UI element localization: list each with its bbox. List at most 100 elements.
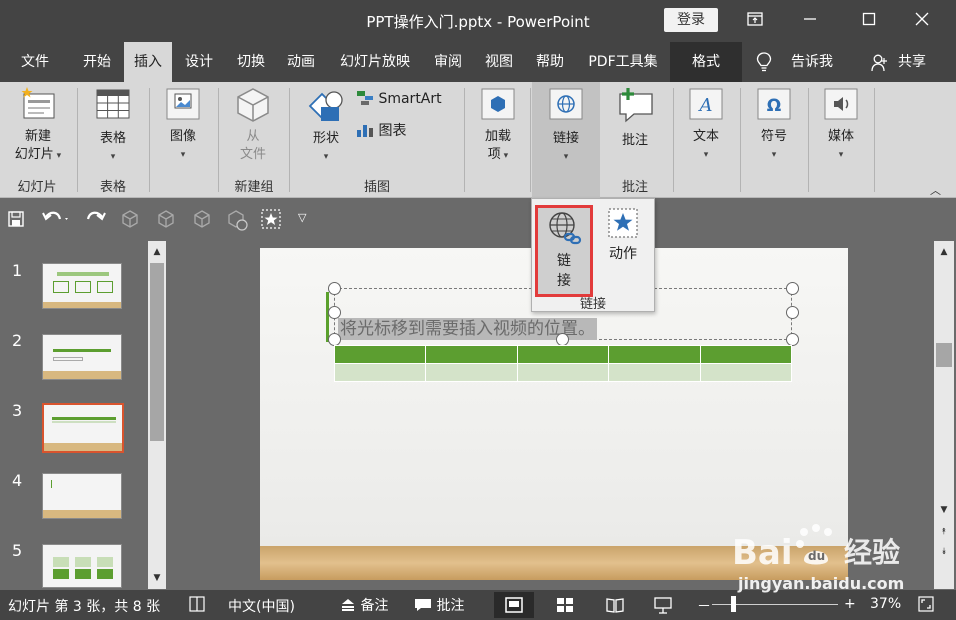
chevron-down-icon: ▾ — [500, 151, 509, 161]
table-row — [333, 363, 793, 382]
resize-handle[interactable] — [328, 282, 341, 295]
tab-home[interactable]: 开始 — [72, 42, 122, 82]
slide-sorter-button[interactable] — [556, 597, 574, 617]
tab-file[interactable]: 文件 — [10, 42, 60, 82]
zoom-in-button[interactable]: + — [844, 596, 856, 612]
slide-thumbnail-active[interactable] — [42, 403, 124, 453]
resize-handle[interactable] — [786, 306, 799, 319]
tab-design[interactable]: 设计 — [174, 42, 224, 82]
slide-table[interactable] — [333, 345, 793, 382]
close-icon[interactable] — [902, 6, 942, 36]
watermark-url: jingyan.baidu.com — [738, 574, 905, 593]
3d-model-icon[interactable] — [192, 209, 212, 234]
action-star-icon[interactable] — [260, 208, 282, 235]
tab-insert[interactable]: 插入 — [124, 42, 172, 82]
tab-format[interactable]: 格式 — [670, 42, 742, 82]
normal-view-button[interactable] — [494, 592, 534, 618]
minimize-icon[interactable] — [790, 6, 830, 36]
maximize-icon[interactable] — [849, 6, 889, 36]
3d-model-icon[interactable] — [120, 209, 140, 234]
lightbulb-icon[interactable] — [752, 42, 776, 82]
smartart-button[interactable]: SmartArt — [356, 90, 442, 107]
tab-pdf-tools[interactable]: PDF工具集 — [578, 42, 668, 82]
addins-button[interactable]: 加载 项 ▾ — [476, 86, 520, 165]
ribbon-display-icon[interactable] — [735, 6, 775, 36]
svg-text:经验: 经验 — [844, 536, 900, 569]
notes-button[interactable]: 备注 — [340, 595, 388, 615]
chevron-down-icon: ▾ — [110, 152, 116, 162]
fit-to-window-icon[interactable] — [918, 596, 934, 616]
resize-handle[interactable] — [786, 282, 799, 295]
link-button[interactable]: 链接 ▾ — [532, 82, 600, 198]
save-icon[interactable] — [8, 211, 24, 232]
chart-button[interactable]: 图表 — [356, 120, 406, 140]
comment-button[interactable]: 批注 — [608, 86, 662, 150]
3d-model-icon[interactable] — [156, 209, 176, 234]
zoom-level[interactable]: 37% — [870, 596, 901, 612]
slide-thumbnail[interactable] — [42, 544, 122, 588]
new-slide-button[interactable]: 新建 幻灯片 ▾ — [6, 86, 70, 165]
link-label: 链接 — [552, 131, 579, 146]
tab-transitions[interactable]: 切换 — [226, 42, 276, 82]
symbol-label: 符号 — [760, 129, 787, 144]
user-icon[interactable] — [870, 42, 888, 82]
addin-label-2: 项 — [487, 147, 501, 162]
previous-slide-icon[interactable]: ⯭ — [935, 523, 953, 541]
slideshow-button[interactable] — [654, 596, 672, 618]
tab-help[interactable]: 帮助 — [526, 42, 574, 82]
link-item-label-2: 接 — [557, 273, 571, 289]
slide-number: 3 — [12, 401, 23, 420]
zoom-slider-knob[interactable] — [731, 596, 736, 612]
tab-animations[interactable]: 动画 — [276, 42, 326, 82]
tab-view[interactable]: 视图 — [474, 42, 524, 82]
reading-view-button[interactable] — [606, 597, 624, 617]
tell-me-search[interactable]: 告诉我 — [782, 42, 842, 82]
tab-review[interactable]: 审阅 — [424, 42, 472, 82]
globe-link-icon — [549, 88, 583, 120]
resize-handle[interactable] — [328, 306, 341, 319]
language-indicator[interactable]: 中文(中国) — [228, 596, 295, 616]
customize-qat-icon[interactable]: ▽ — [298, 211, 306, 224]
normal-view-icon — [505, 597, 523, 613]
table-button[interactable]: 表格 ▾ — [84, 88, 142, 166]
scroll-down-icon[interactable]: ▼ — [148, 569, 166, 587]
accessibility-icon[interactable] — [188, 595, 206, 617]
chevron-down-icon: ▾ — [563, 152, 569, 162]
slide-thumbnail[interactable] — [42, 473, 122, 519]
scroll-down-icon[interactable]: ▼ — [935, 501, 953, 519]
tab-slideshow[interactable]: 幻灯片放映 — [330, 42, 420, 82]
share-button[interactable]: 共享 — [892, 42, 932, 82]
scrollbar-thumb[interactable] — [936, 343, 952, 367]
scrollbar-thumb[interactable] — [150, 263, 164, 441]
scroll-up-icon[interactable]: ▲ — [935, 243, 953, 261]
group-label-tables: 表格 — [99, 180, 126, 195]
editor-scrollbar[interactable]: ▲ ▼ ⯭ ⯯ — [934, 241, 954, 589]
zoom-out-button[interactable]: － — [697, 596, 711, 616]
slide-number: 1 — [12, 261, 23, 280]
link-menu-item[interactable]: 链 接 — [535, 205, 593, 297]
comments-button[interactable]: 批注 — [414, 595, 464, 615]
link-dropdown-menu: 链 接 动作 链接 — [531, 198, 655, 312]
baidu-watermark: Bai du 经验 jingyan.baidu.com — [724, 518, 924, 598]
quick-access-toolbar: ▽ — [0, 199, 956, 241]
cube-icon — [237, 88, 269, 122]
media-button[interactable]: 媒体 ▾ — [818, 86, 864, 164]
chart-label: 图表 — [378, 123, 407, 139]
shape-button[interactable]: 形状 ▾ — [300, 88, 352, 166]
image-label: 图像 — [169, 129, 196, 144]
collapse-ribbon-icon[interactable]: ︿ — [930, 182, 941, 198]
3d-online-icon[interactable] — [226, 209, 248, 236]
next-slide-icon[interactable]: ⯯ — [935, 543, 953, 561]
action-menu-item[interactable]: 动作 — [598, 207, 648, 263]
login-button[interactable]: 登录 — [664, 8, 718, 32]
redo-icon[interactable] — [84, 209, 106, 234]
slide-thumbnail[interactable] — [42, 334, 122, 380]
thumbnails-scrollbar[interactable]: ▲ ▼ — [148, 241, 166, 589]
undo-icon[interactable] — [42, 209, 70, 234]
text-button[interactable]: A 文本 ▾ — [684, 86, 728, 164]
symbol-button[interactable]: Ω 符号 ▾ — [752, 86, 796, 164]
slide-thumbnail[interactable] — [42, 263, 122, 309]
image-button[interactable]: 图像 ▾ — [158, 86, 208, 164]
scroll-up-icon[interactable]: ▲ — [148, 243, 166, 261]
from-file-button[interactable]: 从 文件 — [228, 86, 278, 164]
